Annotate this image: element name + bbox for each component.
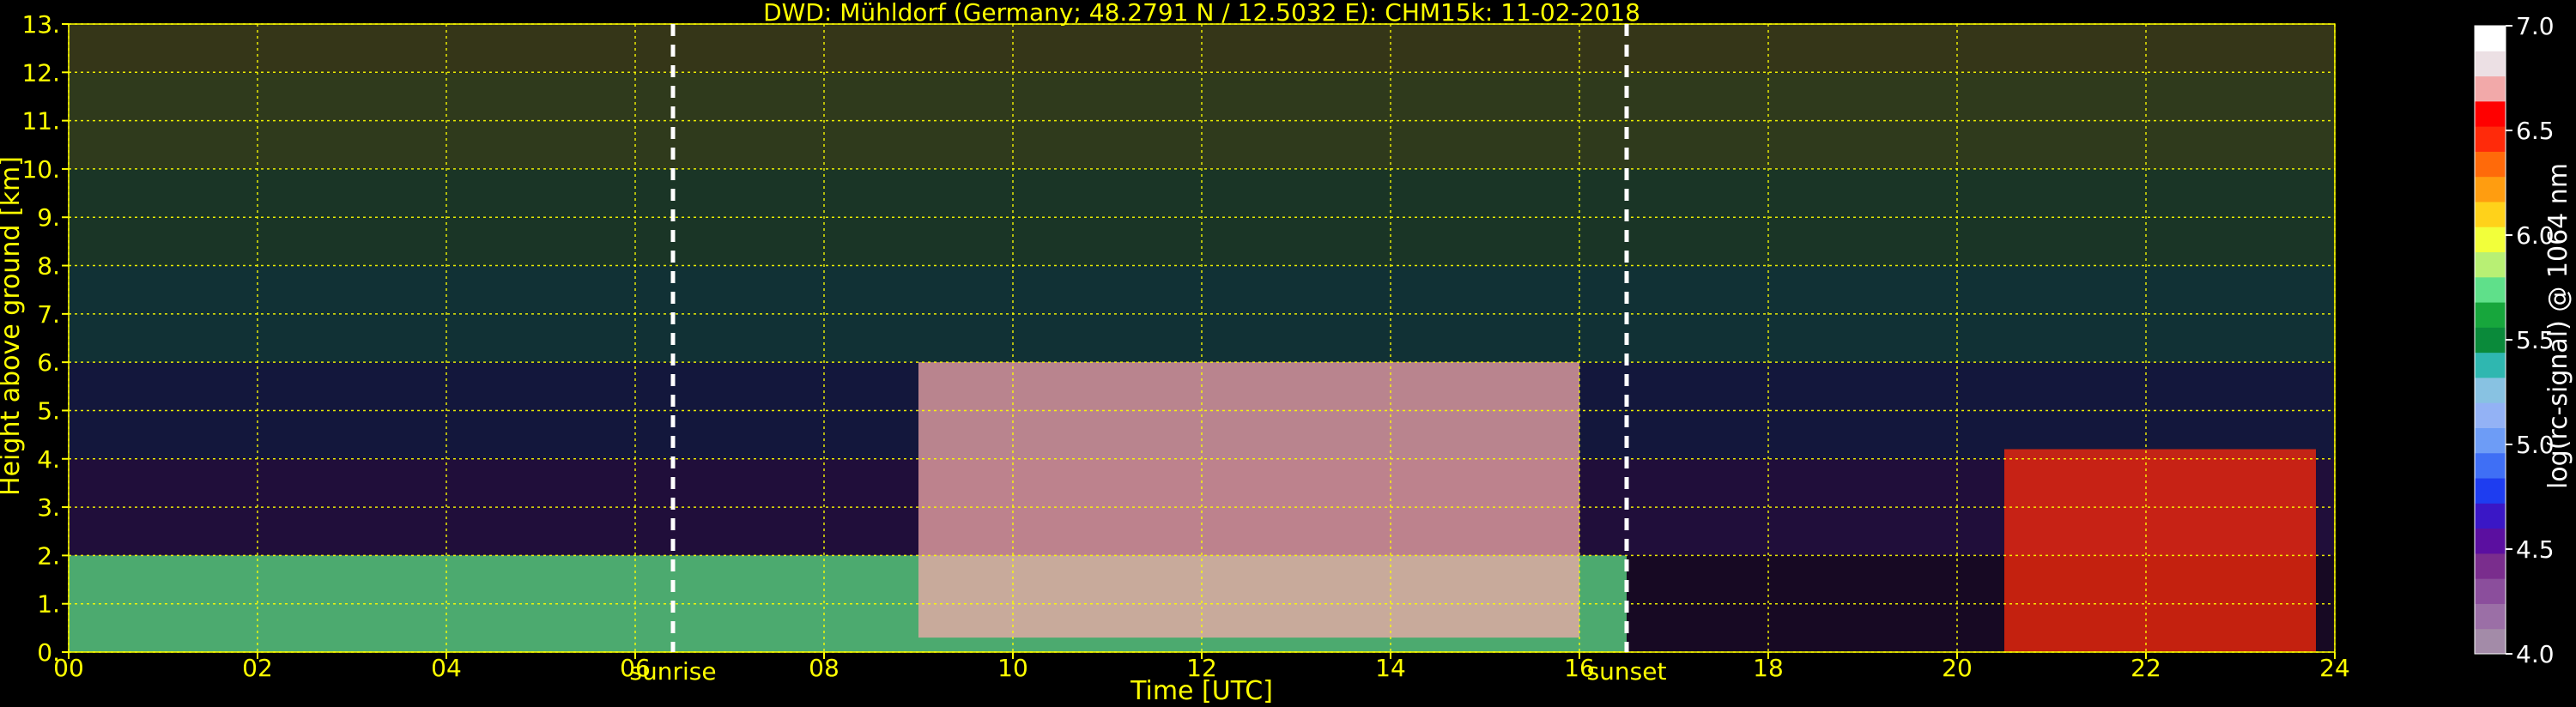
x-tick-label: 20 — [1942, 654, 1973, 682]
x-tick-label: 18 — [1753, 654, 1784, 682]
colorbar-segment — [2475, 603, 2506, 630]
x-tick-label: 16 — [1564, 654, 1595, 682]
colorbar-segment — [2475, 100, 2506, 127]
y-tick-label: 7. — [37, 300, 60, 329]
colorbar-segment — [2475, 201, 2506, 227]
colorbar-segment — [2475, 227, 2506, 253]
colorbar-tick-label: 4.5 — [2516, 535, 2555, 564]
colorbar-segment — [2475, 327, 2506, 354]
colorbar-tick-label: 4.0 — [2516, 640, 2555, 668]
sunset-label: sunset — [1587, 657, 1667, 686]
x-tick-label: 10 — [997, 654, 1028, 682]
colorbar-segment — [2475, 276, 2506, 303]
x-tick-label: 00 — [53, 654, 84, 682]
feature-cloud-layer — [918, 362, 1579, 638]
y-tick-label: 10. — [21, 155, 60, 184]
y-tick-label: 3. — [37, 493, 60, 522]
colorbar-segment — [2475, 151, 2506, 178]
colorbar-segment — [2475, 302, 2506, 328]
x-tick-label: 14 — [1375, 654, 1406, 682]
x-tick-label: 04 — [431, 654, 462, 682]
y-tick-label: 4. — [37, 445, 60, 474]
colorbar-segment — [2475, 452, 2506, 479]
x-tick-label: 22 — [2131, 654, 2161, 682]
colorbar-title: log(rc-signal) @ 1064 nm — [2543, 163, 2573, 489]
y-tick-label: 5. — [37, 396, 60, 425]
colorbar-segment — [2475, 578, 2506, 604]
colorbar — [2474, 25, 2506, 655]
colorbar-segment — [2475, 402, 2506, 428]
colorbar-segment — [2475, 377, 2506, 403]
y-tick-label: 12. — [21, 58, 60, 87]
colorbar-segment — [2475, 503, 2506, 529]
x-tick-label: 08 — [809, 654, 839, 682]
colorbar-segment — [2475, 126, 2506, 152]
colorbar-segment — [2475, 251, 2506, 278]
colorbar-segment — [2475, 352, 2506, 378]
y-tick-label: 6. — [37, 348, 60, 377]
y-tick-label: 1. — [37, 590, 60, 619]
y-tick-label: 13. — [21, 10, 60, 39]
colorbar-segment — [2475, 176, 2506, 202]
x-tick-label: 24 — [2319, 654, 2350, 682]
x-tick-label: 02 — [242, 654, 273, 682]
y-tick-label: 11. — [21, 107, 60, 136]
colorbar-segment — [2475, 427, 2506, 454]
colorbar-segment — [2475, 528, 2506, 554]
colorbar-segment — [2475, 51, 2506, 77]
colorbar-tick-label: 6.5 — [2516, 117, 2555, 145]
lidar-chart: sunrise sunset 0.1.2.3.4.5.6.7.8.9.10.11.… — [0, 0, 2576, 707]
x-axis-title: Time [UTC] — [1130, 676, 1273, 706]
colorbar-segment — [2475, 553, 2506, 579]
x-tick-label: 06 — [620, 654, 651, 682]
colorbar-tick-label: 7.0 — [2516, 12, 2555, 40]
colorbar-segment — [2475, 76, 2506, 102]
y-tick-label: 2. — [37, 541, 60, 570]
y-tick-label: 8. — [37, 252, 60, 281]
colorbar-segment — [2475, 478, 2506, 504]
chart-title: DWD: Mühldorf (Germany; 48.2791 N / 12.5… — [763, 0, 1640, 27]
y-axis-title: Height above ground [km] — [0, 156, 26, 496]
y-tick-label: 9. — [37, 203, 60, 232]
feature-evening-clouds — [2004, 449, 2316, 652]
colorbar-segment — [2475, 628, 2506, 655]
colorbar-segment — [2475, 26, 2506, 51]
